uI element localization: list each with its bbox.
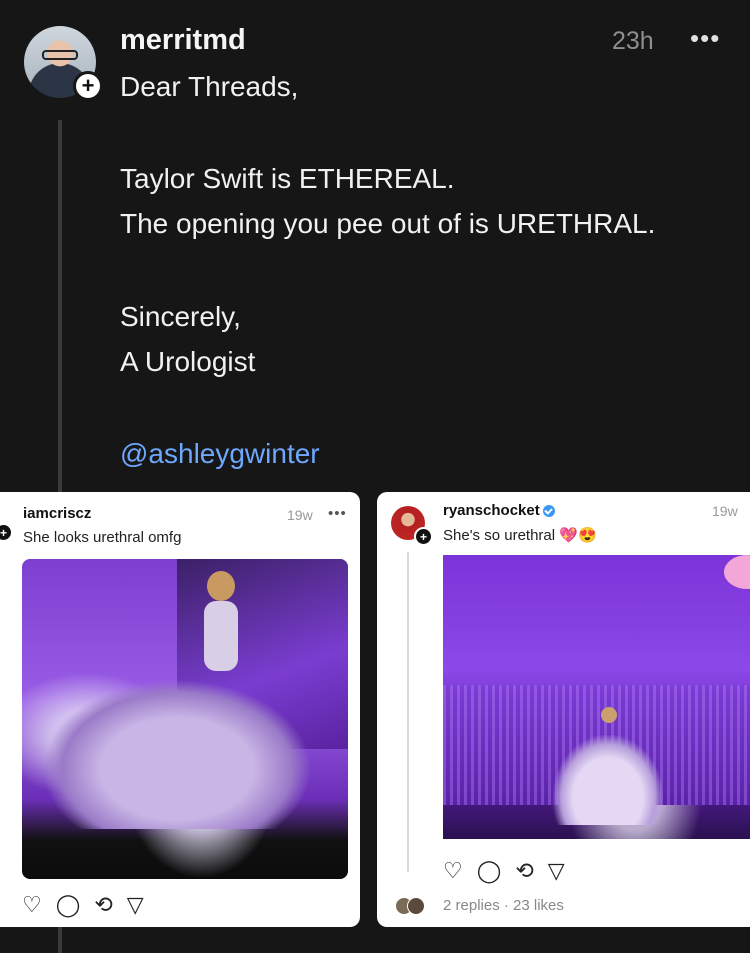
- more-options-icon[interactable]: •••: [690, 23, 720, 54]
- replier-avatar: [407, 897, 425, 915]
- comment-icon[interactable]: ◯: [477, 858, 502, 884]
- embedded-post-iamcriscz[interactable]: + iamcriscz 19w ••• She looks urethral o…: [0, 492, 360, 927]
- post-timestamp: 23h: [612, 27, 654, 55]
- embed-action-bar: ♡ ◯ ⟲ ▽: [22, 892, 158, 918]
- concert-photo[interactable]: [22, 559, 348, 879]
- post-line-ethereal: Taylor Swift is ETHEREAL.: [120, 163, 455, 194]
- embed-username-text[interactable]: ryanschocket: [443, 502, 540, 519]
- performer-head: [601, 707, 617, 723]
- share-icon[interactable]: ▽: [548, 858, 565, 884]
- post-line-signature: A Urologist: [120, 346, 256, 377]
- embed-more-icon[interactable]: •••: [328, 505, 347, 522]
- share-icon[interactable]: ▽: [127, 892, 144, 918]
- avatar-glasses-detail: [42, 50, 78, 60]
- comment-icon[interactable]: ◯: [56, 892, 81, 918]
- repost-icon[interactable]: ⟲: [94, 892, 112, 918]
- heart-icon[interactable]: ♡: [22, 892, 42, 918]
- performer-head: [207, 571, 235, 601]
- embed-text: She's so urethral 💖😍: [443, 526, 597, 544]
- follow-plus-icon[interactable]: +: [414, 527, 433, 546]
- author-username[interactable]: merritmd: [120, 24, 246, 57]
- thread-line: [407, 552, 409, 872]
- embed-timestamp: 19w: [287, 507, 313, 523]
- embedded-post-ryanschocket[interactable]: + ryanschocket 19w She's so urethral 💖😍 …: [377, 492, 750, 927]
- pink-balloon-shape: [724, 555, 750, 589]
- mention-link[interactable]: @ashleygwinter: [120, 438, 320, 470]
- verified-badge-icon: [542, 505, 555, 518]
- post-line-greeting: Dear Threads,: [120, 71, 299, 102]
- performer-torso: [204, 601, 238, 671]
- embed-action-bar: ♡ ◯ ⟲ ▽: [443, 858, 579, 884]
- follow-plus-icon[interactable]: +: [0, 523, 13, 542]
- repost-icon[interactable]: ⟲: [515, 858, 533, 884]
- heart-eyes-emoji-icon: 💖😍: [559, 527, 597, 544]
- gown-shape: [42, 679, 312, 829]
- post-line-urethral: The opening you pee out of is URETHRAL.: [120, 208, 656, 239]
- embed-text: She looks urethral omfg: [23, 529, 182, 546]
- gown-shape: [553, 735, 663, 825]
- follow-plus-icon[interactable]: +: [73, 71, 103, 101]
- embed-username[interactable]: iamcriscz: [23, 505, 91, 522]
- heart-icon[interactable]: ♡: [443, 858, 463, 884]
- embed-text-body: She's so urethral: [443, 527, 556, 544]
- post-line-signoff: Sincerely,: [120, 301, 241, 332]
- embed-timestamp: 19w: [712, 503, 738, 519]
- embed-username[interactable]: ryanschocket: [443, 502, 555, 519]
- concert-photo[interactable]: [443, 555, 750, 839]
- reply-like-stats[interactable]: 2 replies · 23 likes: [443, 897, 564, 914]
